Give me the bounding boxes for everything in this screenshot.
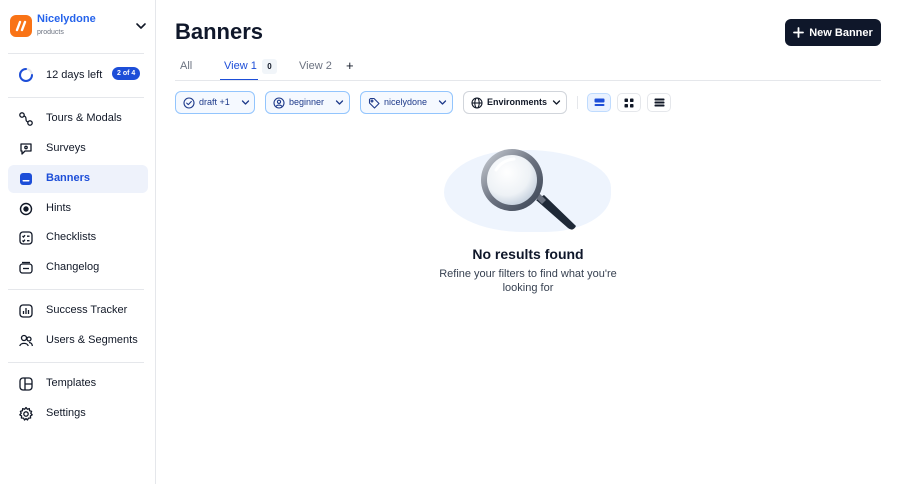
workspace-subtitle: products [37, 29, 64, 36]
trial-days-left: 12 days left [46, 69, 103, 81]
new-banner-button[interactable]: New Banner [785, 19, 881, 46]
tag-filter[interactable]: nicelydone [360, 91, 453, 114]
user-circle-icon [273, 97, 285, 109]
changelog-icon [19, 261, 33, 274]
sidebar-item-label: Success Tracker [46, 304, 128, 316]
sidebar-divider [8, 289, 144, 290]
sidebar-item-label: Checklists [46, 231, 97, 243]
new-banner-label: New Banner [809, 26, 873, 39]
tag-filter-label: nicelydone [384, 97, 428, 107]
banners-icon [20, 173, 32, 185]
sidebar-item-settings[interactable]: Settings [8, 400, 148, 428]
tab-count-badge: 0 [262, 59, 277, 74]
grid-view-button[interactable] [617, 93, 641, 112]
sidebar-divider [8, 53, 144, 54]
tours-icon [19, 112, 33, 126]
level-filter-label: beginner [289, 97, 325, 107]
sidebar-item-label: Tours & Modals [46, 112, 122, 124]
sidebar-item-label: Templates [46, 377, 97, 389]
sidebar-item-label: Hints [46, 202, 72, 214]
chevron-down-icon [241, 100, 250, 105]
progress-ring-icon [19, 68, 33, 82]
checklists-icon [19, 231, 33, 245]
globe-icon [471, 97, 483, 109]
sidebar-item-surveys[interactable]: Surveys [8, 135, 148, 163]
sidebar-item-label: Banners [46, 172, 91, 184]
environments-filter[interactable]: Environments [463, 91, 567, 114]
level-filter[interactable]: beginner [265, 91, 350, 114]
view-mode-toggle [587, 93, 672, 112]
sidebar-item-changelog[interactable]: Changelog [8, 254, 148, 282]
sidebar-item-label: Changelog [46, 261, 100, 273]
sidebar-item-label: Surveys [46, 142, 86, 154]
sidebar-divider [8, 97, 144, 98]
card-view-icon [594, 98, 604, 106]
chevron-down-icon [438, 100, 447, 105]
sidebar: Nicelydone products 12 days left 2 of 4 … [0, 0, 156, 484]
sidebar-item-success-tracker[interactable]: Success Tracker [8, 297, 148, 325]
empty-state-description: Refine your filters to find what you're … [439, 268, 617, 294]
card-view-button[interactable] [587, 93, 611, 112]
chevron-down-icon[interactable] [134, 19, 148, 33]
sidebar-item-tours-modals[interactable]: Tours & Modals [8, 105, 148, 133]
sidebar-item-checklists[interactable]: Checklists [8, 224, 148, 252]
status-filter[interactable]: draft +1 [175, 91, 255, 114]
sidebar-divider [8, 362, 144, 363]
surveys-icon [20, 143, 32, 155]
hints-icon [19, 202, 33, 216]
trial-progress[interactable]: 12 days left 2 of 4 [10, 66, 146, 84]
workspace-switcher[interactable]: Nicelydone products [10, 12, 150, 40]
success-tracker-icon [19, 304, 33, 318]
toolbar-divider [577, 96, 578, 109]
trial-badge: 2 of 4 [112, 67, 141, 80]
add-view-button[interactable]: + [346, 58, 354, 73]
list-view-button[interactable] [647, 93, 671, 112]
list-view-icon [654, 98, 664, 107]
status-filter-label: draft +1 [199, 97, 230, 107]
sidebar-item-banners[interactable]: Banners [8, 165, 148, 193]
sidebar-item-label: Users & Segments [46, 334, 138, 346]
tabs-divider [175, 80, 881, 81]
sidebar-item-users-segments[interactable]: Users & Segments [8, 327, 148, 355]
chevron-down-icon [335, 100, 344, 105]
workspace-name: Nicelydone [37, 13, 96, 25]
environments-filter-label: Environments [487, 97, 548, 107]
settings-icon [19, 406, 33, 421]
tab-all[interactable]: All [180, 60, 192, 72]
sidebar-item-hints[interactable]: Hints [8, 195, 148, 223]
page-title: Banners [175, 19, 264, 44]
empty-state-title: No results found [472, 246, 584, 262]
plus-icon [793, 27, 805, 38]
tab-view-1[interactable]: View 1 [224, 60, 257, 72]
chevron-down-icon [552, 100, 561, 105]
sidebar-item-label: Settings [46, 407, 86, 419]
check-circle-icon [183, 97, 195, 109]
tab-view-2[interactable]: View 2 [299, 60, 332, 72]
users-icon [19, 334, 34, 347]
grid-view-icon [624, 98, 634, 107]
tag-icon [368, 97, 380, 109]
magnifying-glass-icon [481, 149, 576, 230]
sidebar-item-templates[interactable]: Templates [8, 370, 148, 398]
workspace-logo [10, 15, 32, 37]
templates-icon [19, 377, 33, 391]
